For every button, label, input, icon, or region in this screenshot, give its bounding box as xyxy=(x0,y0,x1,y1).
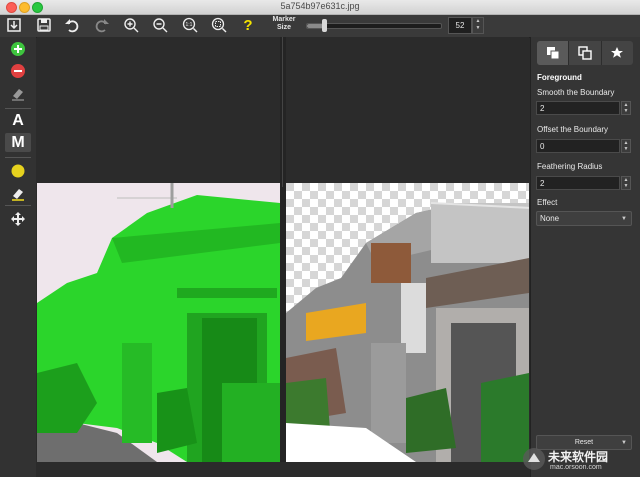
zoom-fit-button[interactable] xyxy=(209,15,229,35)
save-icon xyxy=(37,18,51,32)
manual-mode-button[interactable]: M xyxy=(5,133,31,152)
zoom-out-button[interactable] xyxy=(150,15,170,35)
zoom-actual-size-button[interactable]: 1:1 xyxy=(180,15,200,35)
zoom-actual-label: 1:1 xyxy=(186,22,193,28)
undo-button[interactable] xyxy=(62,15,82,35)
title-bar: 5a754b97e631c.jpg xyxy=(0,0,640,15)
watermark: 未来软件园 mac.orsoon.com xyxy=(520,444,640,474)
eraser-icon xyxy=(12,88,24,101)
zoom-in-button[interactable] xyxy=(121,15,141,35)
plus-circle-icon xyxy=(11,41,25,56)
divider xyxy=(5,205,31,206)
preview-photo-graphic xyxy=(286,183,529,462)
manual-mode-label: M xyxy=(11,133,25,151)
export-icon xyxy=(7,18,21,32)
preview-image[interactable] xyxy=(286,183,529,462)
zoom-fit-icon xyxy=(211,17,227,33)
watermark-url: mac.orsoon.com xyxy=(550,464,602,471)
background-layers-icon xyxy=(578,46,592,60)
add-foreground-button[interactable] xyxy=(5,39,31,58)
zoom-actual-icon: 1:1 xyxy=(182,17,198,33)
auto-mode-label: A xyxy=(12,111,24,129)
toolbar: 1:1 ? Marker Size 52 ▲ ▼ xyxy=(0,15,640,38)
window-title: 5a754b97e631c.jpg xyxy=(280,1,360,11)
keep-eraser-button[interactable] xyxy=(5,183,31,202)
eraser-button[interactable] xyxy=(5,83,31,102)
marker-size-field[interactable]: 52 xyxy=(448,17,472,34)
save-button[interactable] xyxy=(34,15,54,35)
feather-stepper[interactable]: ▲ ▼ xyxy=(621,176,631,190)
help-icon: ? xyxy=(243,16,253,34)
chevron-down-icon: ▼ xyxy=(621,216,627,222)
redo-button[interactable] xyxy=(92,15,112,35)
offset-field[interactable]: 0 xyxy=(536,139,620,153)
move-arrows-icon xyxy=(11,211,25,226)
auto-mode-button[interactable]: A xyxy=(5,111,31,130)
minus-circle-icon xyxy=(11,63,25,78)
tool-palette: A M xyxy=(0,37,36,477)
yellow-circle-icon xyxy=(11,164,25,177)
source-photo-graphic xyxy=(37,183,280,462)
tab-background[interactable] xyxy=(569,41,602,65)
tab-foreground[interactable] xyxy=(537,41,570,65)
slider-knob[interactable] xyxy=(322,19,328,32)
watermark-name: 未来软件园 xyxy=(548,450,609,464)
tab-favorites[interactable] xyxy=(602,41,633,65)
divider-line xyxy=(282,37,283,187)
properties-panel: Foreground Smooth the Boundary 2 ▲ ▼ Offs… xyxy=(530,37,640,477)
zoom-out-icon xyxy=(153,18,168,33)
marker-size-label: Marker Size xyxy=(268,16,300,32)
preview-canvas[interactable] xyxy=(286,37,529,462)
undo-icon xyxy=(65,19,79,33)
panel-tabs xyxy=(537,41,633,65)
effect-select[interactable]: None ▼ xyxy=(536,211,632,226)
smooth-label: Smooth the Boundary xyxy=(537,88,615,97)
divider xyxy=(5,108,31,109)
keep-brush-button[interactable] xyxy=(5,161,31,180)
star-icon xyxy=(611,47,624,58)
marker-label-line2: Size xyxy=(276,24,291,31)
canvas-bottom-bar xyxy=(37,462,529,477)
source-image[interactable] xyxy=(37,183,280,462)
offset-stepper[interactable]: ▲ ▼ xyxy=(621,139,631,153)
export-button[interactable] xyxy=(4,15,24,35)
redo-icon xyxy=(95,19,109,33)
foreground-layers-icon xyxy=(546,47,560,60)
divider xyxy=(5,157,31,158)
marker-size-stepper[interactable]: ▲ ▼ xyxy=(472,17,484,34)
eraser-icon xyxy=(12,188,24,201)
feather-label: Feathering Radius xyxy=(537,162,603,171)
smooth-stepper[interactable]: ▲ ▼ xyxy=(621,101,631,115)
effect-value: None xyxy=(540,214,560,223)
marker-label-line1: Marker xyxy=(272,16,296,23)
effect-label: Effect xyxy=(537,198,558,207)
zoom-in-icon xyxy=(124,18,139,33)
feather-field[interactable]: 2 xyxy=(536,176,620,190)
offset-label: Offset the Boundary xyxy=(537,125,609,134)
move-tool-button[interactable] xyxy=(5,209,31,228)
source-canvas[interactable] xyxy=(37,37,280,462)
watermark-logo-icon xyxy=(523,448,545,470)
marker-size-slider[interactable] xyxy=(306,19,442,32)
remove-background-button[interactable] xyxy=(5,61,31,80)
smooth-field[interactable]: 2 xyxy=(536,101,620,115)
help-button[interactable]: ? xyxy=(238,15,258,35)
section-title: Foreground xyxy=(537,73,582,82)
